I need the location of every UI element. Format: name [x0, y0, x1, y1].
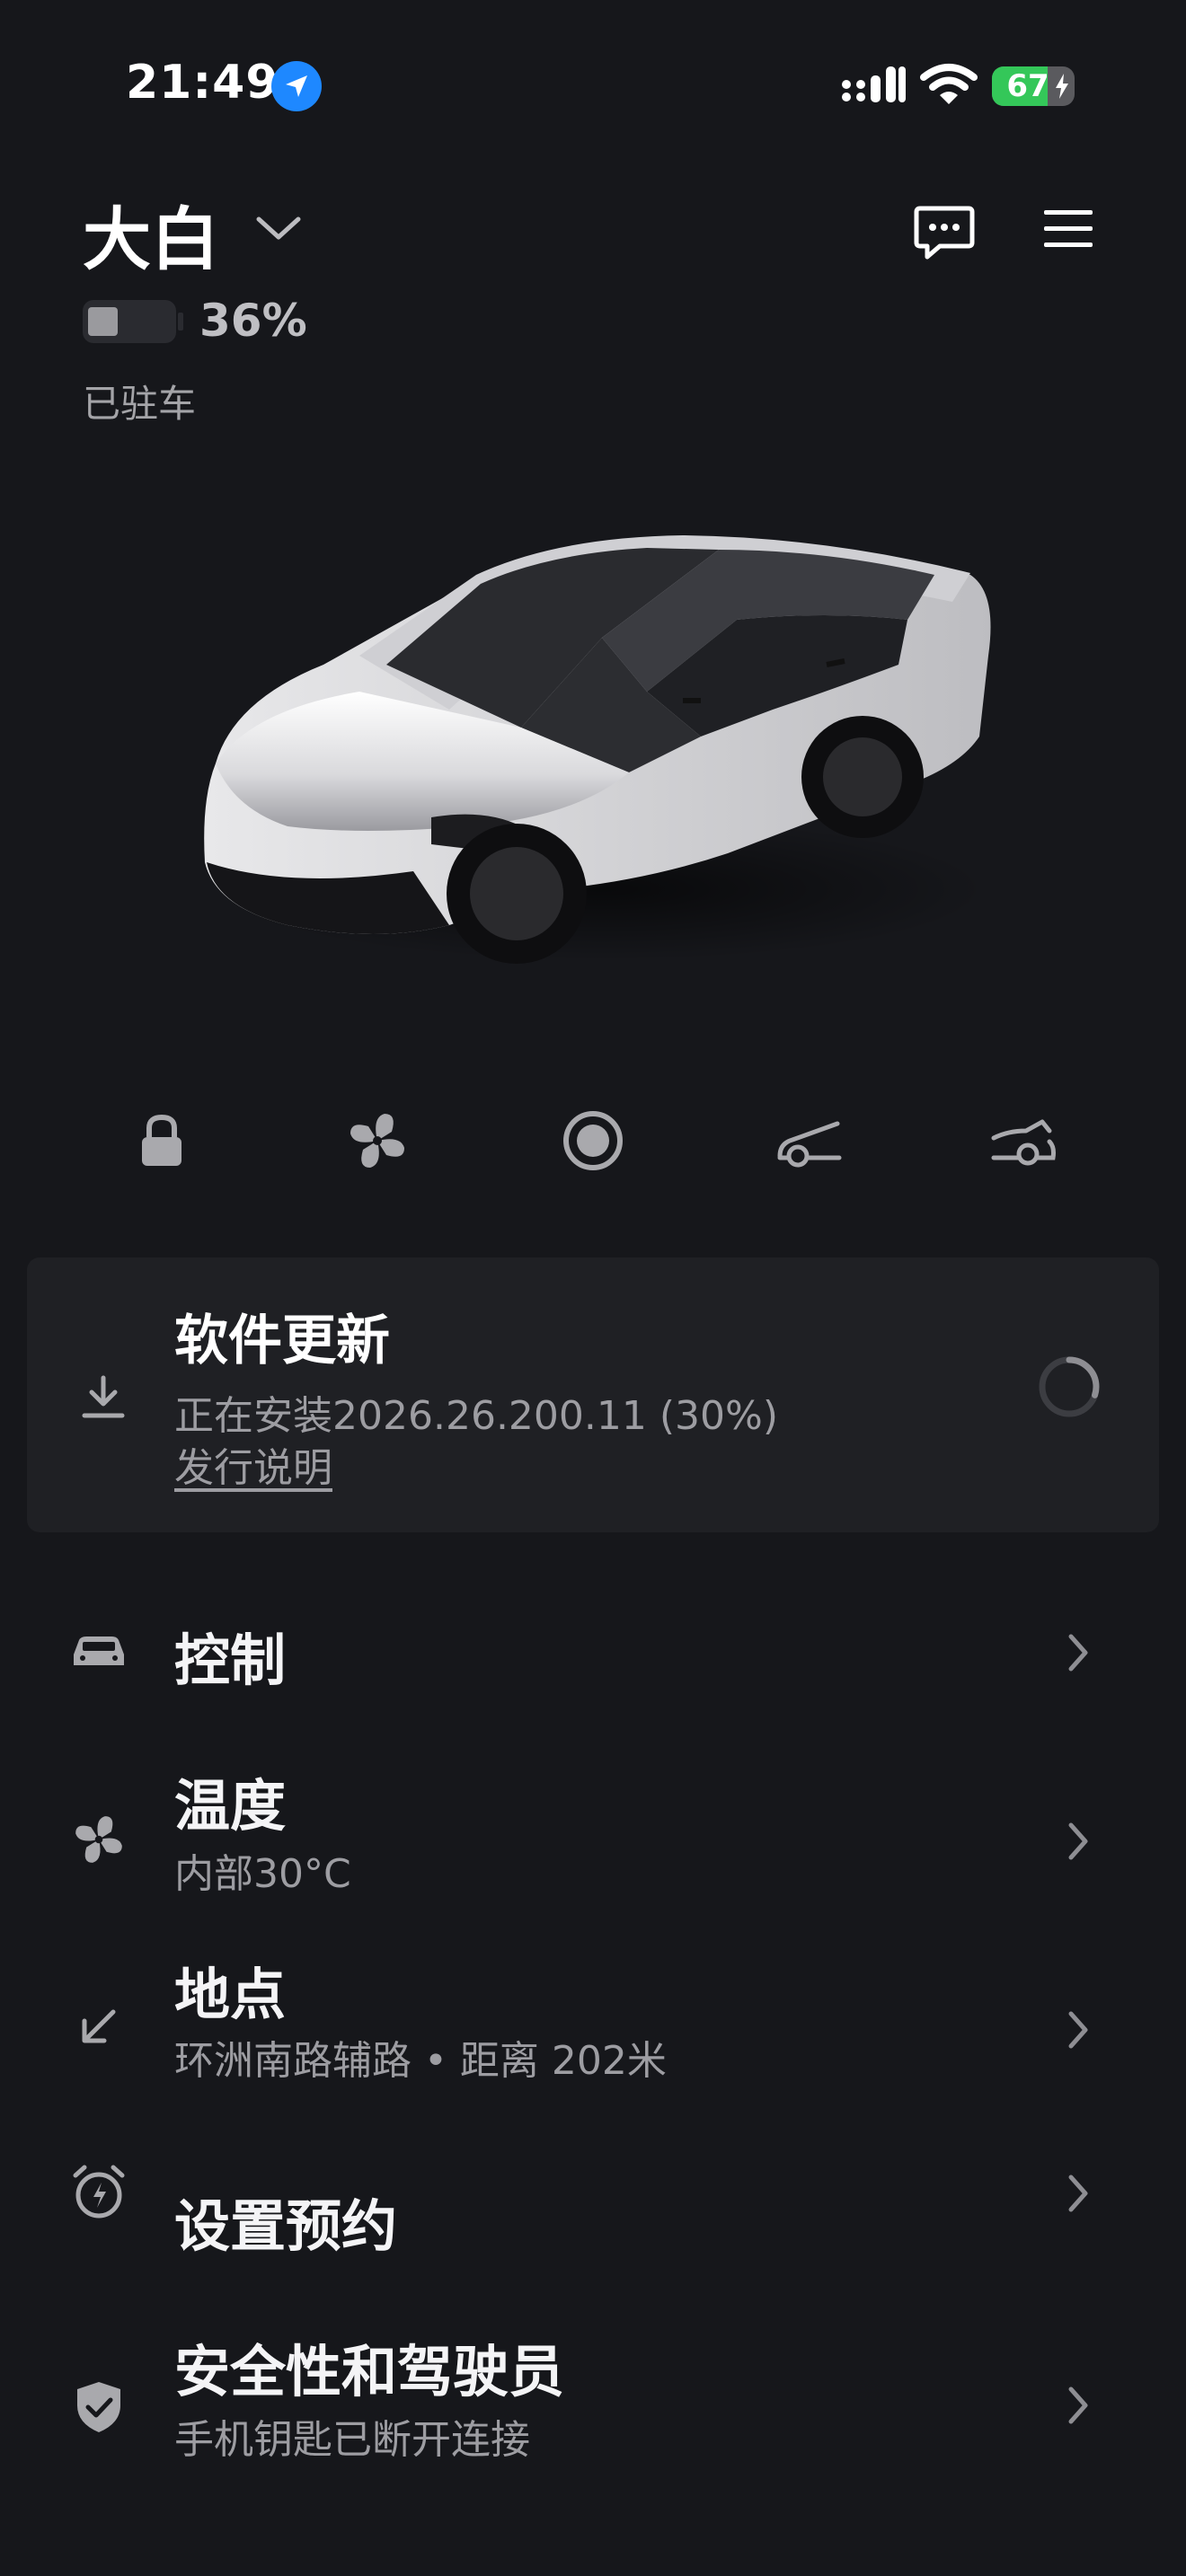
spinner-icon [1039, 1356, 1100, 1417]
chevron-right-icon [1068, 1634, 1088, 1672]
location-arrow-icon [70, 1998, 128, 2055]
trunk-button[interactable] [987, 1103, 1062, 1178]
car-icon [70, 1622, 128, 1680]
record-icon [563, 1111, 623, 1170]
frunk-icon [777, 1121, 842, 1168]
menu-item-security[interactable]: 安全性和驾驶员 手机钥匙已断开连接 [0, 2326, 1186, 2488]
menu-item-title: 温度 [174, 1773, 287, 1839]
menu-item-subtitle: 手机钥匙已断开连接 [174, 2417, 530, 2463]
menu-item-climate[interactable]: 温度 内部30°C [0, 1732, 1186, 1897]
menu-item-title: 设置预约 [174, 2193, 398, 2259]
sentry-button[interactable] [555, 1103, 631, 1178]
download-icon [82, 1375, 125, 1418]
shield-check-icon [70, 2378, 128, 2436]
chevron-right-icon [1068, 2011, 1088, 2049]
menu-item-title: 安全性和驾驶员 [174, 2339, 565, 2404]
wifi-icon [920, 64, 978, 104]
message-icon[interactable] [913, 205, 976, 260]
software-update-card[interactable]: 软件更新 正在安装2026.26.200.11 (30%) 发行说明 [27, 1257, 1159, 1532]
vehicle-battery-nub [178, 313, 183, 331]
car-name[interactable]: 大白 [83, 184, 219, 283]
status-time: 21:49 [126, 56, 279, 110]
vehicle-battery-fill [88, 307, 119, 336]
alarm-clock-icon [70, 2163, 128, 2220]
chevron-right-icon [1068, 1822, 1088, 1860]
software-update-title: 软件更新 [174, 1310, 390, 1372]
trunk-icon [991, 1119, 1056, 1166]
menu-item-title: 地点 [174, 1962, 287, 2027]
menu-item-schedule[interactable]: 设置预约 [0, 2141, 1186, 2303]
lock-button[interactable] [124, 1103, 199, 1178]
location-services-icon [271, 61, 322, 111]
menu-item-subtitle: 内部30°C [174, 1851, 351, 1897]
climate-button[interactable] [340, 1103, 415, 1178]
vehicle-state: 已驻车 [83, 382, 197, 426]
vehicle-battery-icon [83, 300, 176, 343]
fan-icon [350, 1114, 404, 1168]
chevron-right-icon [1068, 2386, 1088, 2424]
cellular-signal-icon [842, 66, 906, 102]
menu-item-controls[interactable]: 控制 [0, 1570, 1186, 1732]
menu-item-location[interactable]: 地点 环洲南路辅路 • 距离 202米 [0, 1920, 1186, 2084]
menu-icon[interactable] [1042, 207, 1094, 251]
vehicle-battery-percent: 36% [199, 295, 307, 347]
car-image[interactable] [180, 440, 1024, 979]
software-update-status: 正在安装2026.26.200.11 (30%) [174, 1393, 779, 1439]
release-notes-link[interactable]: 发行说明 [174, 1435, 332, 1493]
menu-item-subtitle: 环洲南路辅路 • 距离 202米 [174, 2038, 667, 2084]
phone-battery-percent: 67 [1006, 68, 1049, 104]
frunk-button[interactable] [771, 1103, 846, 1178]
chevron-right-icon [1068, 2175, 1088, 2212]
menu-item-title: 控制 [174, 1628, 287, 1693]
chevron-down-icon[interactable] [255, 214, 302, 243]
charging-bolt-icon [1056, 74, 1068, 99]
fan-icon [70, 1811, 128, 1868]
phone-battery-indicator: 67 [992, 66, 1075, 106]
lock-icon [142, 1114, 181, 1166]
